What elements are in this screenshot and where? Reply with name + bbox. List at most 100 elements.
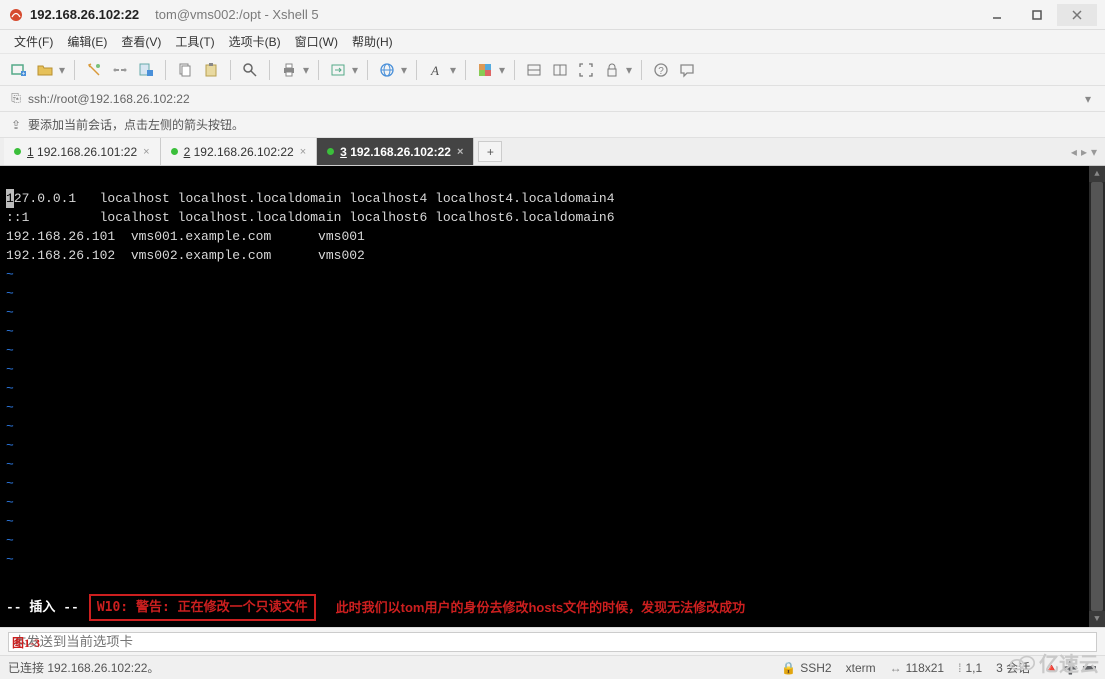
lock-dropdown[interactable]: ▾ xyxy=(625,63,633,77)
address-text[interactable]: ssh://root@192.168.26.102:22 xyxy=(28,92,1079,106)
session-down-icon[interactable]: ➕ xyxy=(1063,661,1078,675)
tab-close-icon[interactable]: × xyxy=(300,146,306,158)
terminal-line: 127.0.0.1 localhost localhost.localdomai… xyxy=(6,191,615,206)
open-dropdown[interactable]: ▾ xyxy=(58,63,66,77)
hint-text: 要添加当前会话，点击左侧的箭头按钮。 xyxy=(28,116,244,133)
session-minus-icon[interactable]: ➖ xyxy=(1082,661,1097,675)
terminal-cursor: 1 xyxy=(6,189,14,208)
address-dropdown[interactable]: ▾ xyxy=(1079,92,1097,106)
find-icon[interactable] xyxy=(239,59,261,81)
app-icon xyxy=(8,7,24,23)
web-dropdown[interactable]: ▾ xyxy=(400,63,408,77)
tab-prev-icon[interactable]: ◂ xyxy=(1071,145,1077,159)
tab-close-icon[interactable]: × xyxy=(143,146,149,158)
status-dot-icon xyxy=(327,148,334,155)
scroll-thumb[interactable] xyxy=(1091,182,1103,611)
scroll-up-icon[interactable]: ▲ xyxy=(1089,166,1105,182)
menu-window[interactable]: 窗口(W) xyxy=(291,31,342,52)
terminal-line: ::1 localhost localhost.localdomain loca… xyxy=(6,210,615,225)
terminal[interactable]: 127.0.0.1 localhost localhost.localdomai… xyxy=(0,166,1105,627)
status-dot-icon xyxy=(14,148,21,155)
tab-1[interactable]: 1 192.168.26.101:22 × xyxy=(4,138,161,165)
add-tab-button[interactable]: + xyxy=(478,141,502,162)
lock-icon[interactable] xyxy=(601,59,623,81)
vim-eob-tilde: ~ xyxy=(6,457,14,472)
tab-label: 192.168.26.102:22 xyxy=(194,145,294,159)
close-button[interactable] xyxy=(1057,4,1097,26)
lock-mini-icon: 🔒 xyxy=(781,661,796,675)
tab-3[interactable]: 3 192.168.26.102:22 × xyxy=(317,138,474,165)
status-sessions: 3 会话 xyxy=(996,659,1030,676)
menu-file[interactable]: 文件(F) xyxy=(10,31,57,52)
address-icon: ⎘ xyxy=(8,91,24,106)
vim-warning: W10: 警告: 正在修改一个只读文件 xyxy=(89,594,316,621)
status-connection: 已连接 192.168.26.102:22。 xyxy=(8,659,159,676)
color-dropdown[interactable]: ▾ xyxy=(498,63,506,77)
help-icon[interactable]: ? xyxy=(650,59,672,81)
status-termtype: xterm xyxy=(846,661,876,675)
tab-close-icon[interactable]: × xyxy=(457,146,463,158)
tab-menu-icon[interactable]: ▾ xyxy=(1091,145,1097,159)
session-tabs: 1 192.168.26.101:22 × 2 192.168.26.102:2… xyxy=(0,138,1105,166)
feedback-icon[interactable] xyxy=(676,59,698,81)
vim-eob-tilde: ~ xyxy=(6,381,14,396)
xftp-dropdown[interactable]: ▾ xyxy=(351,63,359,77)
vim-eob-tilde: ~ xyxy=(6,419,14,434)
tab-number: 1 xyxy=(27,145,34,159)
tab-label: 192.168.26.101:22 xyxy=(37,145,137,159)
vim-eob-tilde: ~ xyxy=(6,438,14,453)
tab-2[interactable]: 2 192.168.26.102:22 × xyxy=(161,138,318,165)
minimize-button[interactable] xyxy=(977,4,1017,26)
print-dropdown[interactable]: ▾ xyxy=(302,63,310,77)
status-size: 118x21 xyxy=(906,661,944,675)
menu-help[interactable]: 帮助(H) xyxy=(348,31,397,52)
font-icon[interactable]: A xyxy=(425,59,447,81)
status-protocol: SSH2 xyxy=(800,661,831,675)
tab-number: 2 xyxy=(184,145,191,159)
menu-edit[interactable]: 编辑(E) xyxy=(63,31,111,52)
title-session: tom@vms002:/opt - Xshell 5 xyxy=(155,7,318,22)
new-session-icon[interactable]: + xyxy=(8,59,30,81)
open-session-icon[interactable] xyxy=(34,59,56,81)
web-icon[interactable] xyxy=(376,59,398,81)
maximize-button[interactable] xyxy=(1017,4,1057,26)
color-scheme-icon[interactable] xyxy=(474,59,496,81)
session-up-icon[interactable]: 🔺 xyxy=(1044,661,1059,675)
menu-view[interactable]: 查看(V) xyxy=(117,31,165,52)
terminal-scrollbar[interactable]: ▲ ▼ xyxy=(1089,166,1105,627)
scroll-down-icon[interactable]: ▼ xyxy=(1089,611,1105,627)
xftp-icon[interactable] xyxy=(327,59,349,81)
size-icon: ↔ xyxy=(890,661,902,675)
send-input[interactable] xyxy=(8,632,1097,652)
tab-label: 192.168.26.102:22 xyxy=(350,145,451,159)
fullscreen-icon[interactable] xyxy=(575,59,597,81)
menu-tools[interactable]: 工具(T) xyxy=(171,31,218,52)
svg-text:A: A xyxy=(430,63,439,78)
print-icon[interactable] xyxy=(278,59,300,81)
vim-eob-tilde: ~ xyxy=(6,362,14,377)
vim-eob-tilde: ~ xyxy=(6,267,14,282)
vim-eob-tilde: ~ xyxy=(6,286,14,301)
status-dot-icon xyxy=(171,148,178,155)
tab-number: 3 xyxy=(340,145,347,159)
address-bar: ⎘ ssh://root@192.168.26.102:22 ▾ xyxy=(0,86,1105,112)
layout-vertical-icon[interactable] xyxy=(549,59,571,81)
reconnect-icon[interactable] xyxy=(83,59,105,81)
vim-eob-tilde: ~ xyxy=(6,305,14,320)
svg-text:+: + xyxy=(22,71,26,77)
properties-icon[interactable] xyxy=(135,59,157,81)
tab-next-icon[interactable]: ▸ xyxy=(1081,145,1087,159)
vim-eob-tilde: ~ xyxy=(6,495,14,510)
vim-eob-tilde: ~ xyxy=(6,514,14,529)
send-bar: 图1-3 xyxy=(0,627,1105,655)
vim-status-line: -- 插入 -- W10: 警告: 正在修改一个只读文件 此时我们以tom用户的… xyxy=(6,594,745,621)
paste-icon[interactable] xyxy=(200,59,222,81)
vim-eob-tilde: ~ xyxy=(6,324,14,339)
vim-eob-tilde: ~ xyxy=(6,552,14,567)
disconnect-icon[interactable] xyxy=(109,59,131,81)
copy-icon[interactable] xyxy=(174,59,196,81)
menu-tabs[interactable]: 选项卡(B) xyxy=(225,31,285,52)
hint-arrow-icon[interactable]: ⇪ xyxy=(8,118,24,132)
layout-horizontal-icon[interactable] xyxy=(523,59,545,81)
font-dropdown[interactable]: ▾ xyxy=(449,63,457,77)
